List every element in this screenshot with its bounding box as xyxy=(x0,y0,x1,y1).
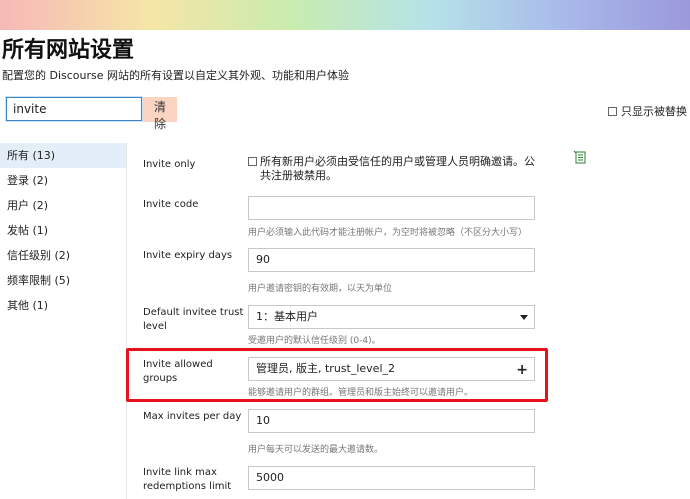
invite-link-max-redemptions-limit-input[interactable]: 5000 xyxy=(248,466,535,490)
highlight-annotation-box xyxy=(126,348,548,402)
sidebar-item-users[interactable]: 用户 (2) xyxy=(0,193,126,218)
max-invites-per-day-description: 用户每天可以发送的最大邀请数。 xyxy=(248,445,384,455)
setting-label-invite-link-max-redemptions-limit: Invite link max redemptions limit xyxy=(143,467,232,492)
show-overridden-toggle[interactable]: 只显示被替换 xyxy=(608,103,687,119)
invite-code-input[interactable] xyxy=(248,196,535,220)
setting-label-invite-code: Invite code xyxy=(143,199,199,210)
caret-down-icon xyxy=(520,315,528,320)
page-subtitle: 配置您的 Discourse 网站的所有设置以自定义其外观、功能和用户体验 xyxy=(2,69,350,82)
category-sidebar: 所有 (13) 登录 (2) 用户 (2) 发帖 (1) 信任级别 (2) 频率… xyxy=(0,143,127,499)
setting-label-max-invites-per-day: Max invites per day xyxy=(143,411,242,422)
default-invitee-trust-level-select[interactable]: 1：基本用户 xyxy=(248,305,535,329)
sidebar-item-other[interactable]: 其他 (1) xyxy=(0,293,126,318)
document-history-icon[interactable] xyxy=(572,149,588,165)
setting-label-default-invitee-trust-level: Default invitee trust level xyxy=(143,307,244,332)
invite-only-checkbox[interactable] xyxy=(248,157,257,166)
invite-code-description: 用户必须输入此代码才能注册帐户，为空时将被忽略（不区分大小写） xyxy=(248,228,528,238)
sidebar-item-login[interactable]: 登录 (2) xyxy=(0,168,126,193)
invite-expiry-days-input[interactable]: 90 xyxy=(248,248,535,272)
setting-label-invite-expiry-days: Invite expiry days xyxy=(143,250,233,261)
sidebar-item-all[interactable]: 所有 (13) xyxy=(0,143,126,168)
sidebar-item-posting[interactable]: 发帖 (1) xyxy=(0,218,126,243)
max-invites-per-day-input[interactable]: 10 xyxy=(248,409,535,433)
settings-filter-input[interactable] xyxy=(6,97,142,121)
default-invitee-trust-level-description: 受邀用户的默认信任级别 (0-4)。 xyxy=(248,336,381,346)
clear-button[interactable]: 清除 xyxy=(143,97,177,131)
show-overridden-checkbox[interactable] xyxy=(608,106,617,116)
invite-expiry-days-description: 用户邀请密钥的有效期，以天为单位 xyxy=(248,284,393,294)
sidebar-item-rate-limits[interactable]: 频率限制 (5) xyxy=(0,268,126,293)
invite-only-description: 所有新用户必须由受信任的用户或管理人员明确邀请。公共注册被禁用。 xyxy=(260,155,535,182)
show-overridden-label: 只显示被替换 xyxy=(621,105,687,118)
page-title: 所有网站设置 xyxy=(2,38,135,63)
sidebar-item-trust-levels[interactable]: 信任级别 (2) xyxy=(0,243,126,268)
default-invitee-trust-level-value: 1：基本用户 xyxy=(256,310,318,323)
setting-label-invite-only: Invite only xyxy=(143,159,196,170)
header-banner xyxy=(0,0,690,30)
